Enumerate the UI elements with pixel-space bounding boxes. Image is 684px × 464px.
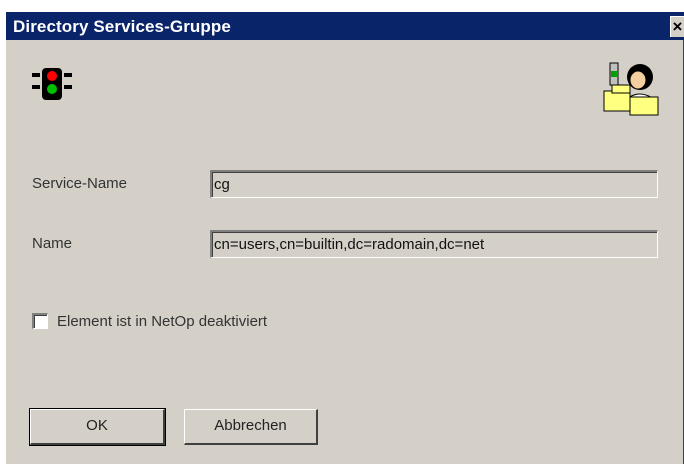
cancel-button[interactable]: Abbrechen [184,409,318,445]
title-bar[interactable]: Directory Services-Gruppe × [6,12,684,40]
name-label: Name [32,235,73,252]
dialog-title: Directory Services-Gruppe [13,17,231,36]
deactivated-checkbox-label: Element ist in NetOp deaktiviert [57,313,268,330]
name-field[interactable]: cn=users,cn=builtin,dc=radomain,dc=net [210,230,658,258]
close-icon[interactable]: × [670,16,684,37]
service-name-label: Service-Name [32,175,128,192]
user-group-icon [603,62,659,116]
deactivated-checkbox[interactable] [32,313,48,329]
ok-button[interactable]: OK [29,408,166,446]
service-name-field[interactable]: cg [210,170,658,198]
screen-background-top [0,0,684,12]
traffic-light-icon [32,68,72,100]
